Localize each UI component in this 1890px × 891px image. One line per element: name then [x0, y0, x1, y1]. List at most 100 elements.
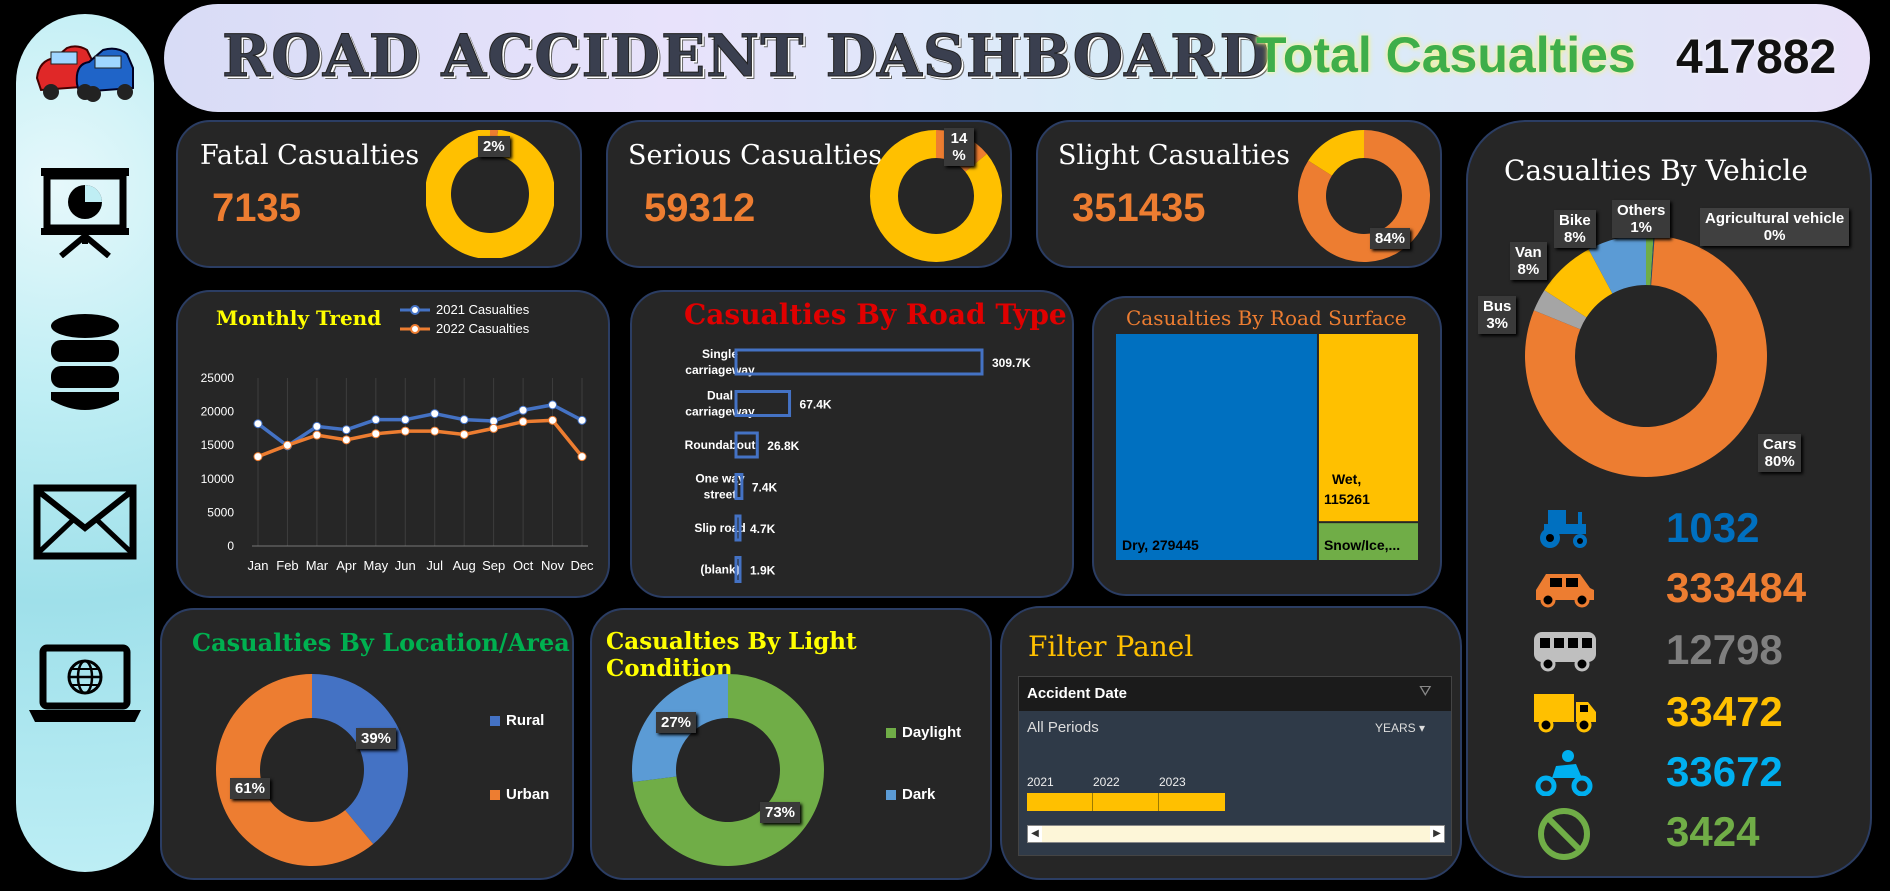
sidebar: [16, 14, 154, 872]
dashboard-title: ROAD ACCIDENT DASHBOARD: [222, 22, 1271, 91]
y-tick-label: 20000: [201, 405, 235, 419]
x-tick-label: Aug: [453, 558, 476, 573]
year-2023-label: 2023: [1159, 775, 1186, 789]
series-point: [518, 417, 528, 427]
database-icon[interactable]: [16, 310, 154, 414]
x-tick-label: Sep: [482, 558, 505, 573]
series-point: [371, 415, 381, 425]
y-tick-label: 5000: [207, 505, 234, 519]
road-type-category-label: street: [704, 488, 737, 502]
kpi-slight-card[interactable]: Slight Casualties 351435 84%: [1036, 120, 1442, 268]
series-point: [459, 415, 469, 425]
car-value: 333484: [1666, 564, 1807, 611]
vehicle-row-bus: 12798: [1530, 622, 1790, 678]
light-donut: [632, 674, 824, 866]
cars-pct: 80%: [1764, 453, 1795, 470]
surface-dry-tile: [1116, 334, 1317, 560]
legend-urban-label: Urban: [506, 786, 550, 803]
slice-rural: [312, 674, 408, 844]
legend-urban: Urban: [490, 786, 549, 803]
x-tick-label: Dec: [570, 558, 594, 573]
clear-filter-icon[interactable]: ⛛: [1419, 683, 1432, 700]
road-surface-panel[interactable]: Casualties By Road Surface Dry, 279445 We…: [1092, 296, 1442, 596]
year-2022-label: 2022: [1093, 775, 1120, 789]
kpi-serious-donut: [870, 130, 1002, 262]
x-tick-label: Jun: [395, 558, 416, 573]
legend-daylight-label: Daylight: [902, 724, 962, 741]
road-type-value-label: 4.7K: [750, 522, 776, 536]
kpi-fatal-label: Fatal Casualties: [200, 140, 420, 171]
kpi-fatal-value: 7135: [212, 186, 301, 230]
monthly-trend-panel[interactable]: Monthly Trend 2021 Casualties 2022 Casua…: [176, 290, 610, 598]
laptop-globe-icon[interactable]: [16, 644, 154, 728]
y-tick-label: 15000: [201, 438, 235, 452]
year-2023-bar[interactable]: [1159, 793, 1225, 811]
y-tick-label: 25000: [201, 371, 235, 385]
location-rural-pct: 39%: [356, 728, 397, 749]
timeline-slicer[interactable]: Accident Date ⛛ All Periods YEARS ▾ 2021…: [1018, 676, 1452, 856]
surface-wet-value: 115261: [1324, 491, 1370, 507]
vehicle-van-label: Van 8%: [1510, 242, 1547, 280]
road-type-panel[interactable]: Casualties By Road Type Single carriagewa…: [630, 290, 1074, 598]
y-tick-label: 0: [227, 539, 234, 553]
location-donut: [216, 674, 408, 866]
location-panel[interactable]: Casualties By Location/Area 39% 61% Rura…: [160, 608, 574, 880]
series-point: [371, 429, 381, 439]
series-point: [400, 415, 410, 425]
series-point: [253, 419, 263, 429]
series-point: [577, 452, 587, 462]
slicer-unit-dropdown[interactable]: YEARS ▾: [1375, 721, 1425, 735]
mail-icon[interactable]: [16, 484, 154, 560]
series-point: [548, 415, 558, 425]
vehicle-row-truck: 33472: [1530, 684, 1790, 740]
timeline-scrollbar[interactable]: ◀ ▶: [1027, 825, 1445, 843]
scroll-right-icon[interactable]: ▶: [1430, 826, 1444, 842]
kpi-serious-card[interactable]: Serious Casualties 59312 14 %: [606, 120, 1012, 268]
year-2021-bar[interactable]: [1027, 793, 1093, 811]
kpi-serious-label: Serious Casualties: [628, 140, 883, 171]
x-tick-label: May: [364, 558, 389, 573]
series-point: [518, 405, 528, 415]
legend-dark-label: Dark: [902, 786, 936, 803]
legend-rural-label: Rural: [506, 712, 545, 729]
monthly-trend-chart: 25000 20000 15000 10000 5000 0 Jan Feb Mar Apr May…: [201, 371, 594, 573]
series-point: [282, 440, 292, 450]
vehicle-agri-label: Agricultural vehicle 0%: [1700, 208, 1850, 246]
x-tick-label: Apr: [336, 558, 357, 573]
series-point: [489, 423, 499, 433]
agri-name: Agricultural vehicle: [1705, 210, 1845, 227]
x-tick-label: Jul: [426, 558, 443, 573]
kpi-serious-value: 59312: [644, 186, 756, 230]
bike-value: 33672: [1666, 748, 1783, 795]
bike-icon: [1535, 750, 1593, 796]
vehicle-row-others: 3424: [1530, 804, 1790, 860]
scroll-left-icon[interactable]: ◀: [1028, 826, 1042, 842]
kpi-serious-pct: 14 %: [944, 128, 974, 166]
bike-pct: 8%: [1564, 229, 1586, 246]
series-point: [312, 421, 322, 431]
series-point: [312, 430, 322, 440]
vehicle-row-car: 333484: [1530, 560, 1806, 616]
x-tick-label: Mar: [306, 558, 329, 573]
bus-name: Bus: [1483, 298, 1512, 315]
road-type-category-label: Single: [702, 347, 738, 361]
series-point: [341, 435, 351, 445]
others-pct: 1%: [1630, 219, 1653, 236]
legend-rural: Rural: [490, 712, 544, 729]
road-type-category-label: Dual: [707, 389, 733, 403]
slicer-period: All Periods: [1027, 719, 1099, 736]
road-type-value-label: 309.7K: [992, 356, 1031, 370]
year-2022-bar[interactable]: [1093, 793, 1159, 811]
road-type-category-label: (blank): [700, 563, 739, 577]
light-panel[interactable]: Casualties By Light Condition 73% 27% Da…: [590, 608, 992, 880]
cars-logo-icon[interactable]: [16, 38, 154, 110]
kpi-slight-label: Slight Casualties: [1058, 140, 1290, 171]
total-casualties-label: Total Casualties: [1256, 27, 1636, 83]
surface-dry-label: Dry, 279445: [1122, 537, 1199, 553]
bus-pct: 3%: [1486, 315, 1509, 332]
presentation-chart-icon[interactable]: [16, 164, 154, 258]
truck-value: 33472: [1666, 688, 1783, 735]
road-type-chart: Singlecarriageway 309.7KDualcarriageway 67…: [685, 347, 1031, 583]
kpi-fatal-card[interactable]: Fatal Casualties 7135 2%: [176, 120, 582, 268]
road-type-value-label: 26.8K: [767, 439, 799, 453]
